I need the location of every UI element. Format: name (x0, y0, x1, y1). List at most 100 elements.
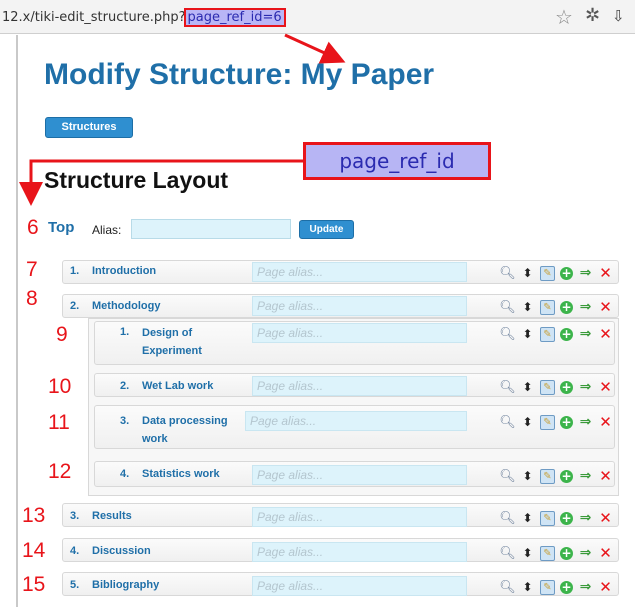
page-link-data-processing-work[interactable]: Data processing work (142, 412, 247, 448)
edit-icon[interactable]: ✎ (540, 468, 555, 484)
search-icon[interactable]: 🔍︎ (499, 580, 516, 595)
search-icon[interactable]: 🔍︎ (499, 327, 516, 342)
move-icon[interactable]: ⬍ (520, 380, 535, 395)
top-link[interactable]: Top (48, 219, 74, 236)
update-button[interactable]: Update (299, 220, 354, 239)
promote-arrow-icon[interactable]: ⇒ (578, 299, 593, 315)
page-left-border (16, 35, 18, 607)
page-link-design-of-experiment[interactable]: Design of Experiment (142, 324, 240, 360)
add-icon[interactable]: + (560, 415, 573, 429)
promote-arrow-icon[interactable]: ⇒ (578, 545, 593, 561)
move-icon[interactable]: ⬍ (520, 546, 535, 561)
page-alias-input[interactable]: Page alias... (252, 376, 467, 396)
root-alias-input[interactable] (131, 219, 291, 239)
page-alias-input[interactable]: Page alias... (252, 576, 467, 596)
promote-arrow-icon[interactable]: ⇒ (578, 414, 593, 430)
search-icon[interactable]: 🔍︎ (499, 546, 516, 561)
search-icon[interactable]: 🔍︎ (499, 415, 516, 430)
promote-arrow-icon[interactable]: ⇒ (578, 326, 593, 342)
add-icon[interactable]: + (560, 580, 573, 594)
page-alias-input[interactable]: Page alias... (252, 323, 467, 343)
add-icon[interactable]: + (560, 469, 573, 483)
edit-icon[interactable]: ✎ (540, 299, 555, 315)
delete-icon[interactable]: ✕ (598, 510, 613, 526)
edit-icon[interactable]: ✎ (540, 579, 555, 595)
bookmark-star-icon[interactable]: ☆ (555, 5, 573, 29)
promote-arrow-icon[interactable]: ⇒ (578, 579, 593, 595)
delete-icon[interactable]: ✕ (598, 265, 613, 281)
row-actions: 🔍︎ ⬍ ✎ + ⇒ ✕ (499, 544, 613, 562)
item-number: 4. (70, 545, 80, 557)
move-icon[interactable]: ⬍ (520, 469, 535, 484)
add-icon[interactable]: + (560, 380, 573, 394)
item-number: 1. (70, 265, 80, 277)
move-icon[interactable]: ⬍ (520, 300, 535, 315)
item-number: 5. (70, 579, 80, 591)
search-icon[interactable]: 🔍︎ (499, 300, 516, 315)
annotation-number: 15 (22, 573, 46, 596)
promote-arrow-icon[interactable]: ⇒ (578, 510, 593, 526)
url-param-highlight: page_ref_id=6 (183, 8, 286, 27)
delete-icon[interactable]: ✕ (598, 299, 613, 315)
structures-button[interactable]: Structures (45, 117, 133, 138)
url-text[interactable]: 12.x/tiki-edit_structure.php? page_ref_id… (2, 8, 286, 27)
search-icon[interactable]: 🔍︎ (499, 511, 516, 526)
move-icon[interactable]: ⬍ (520, 511, 535, 526)
delete-icon[interactable]: ✕ (598, 579, 613, 595)
search-icon[interactable]: 🔍︎ (499, 380, 516, 395)
page-link-bibliography[interactable]: Bibliography (92, 576, 159, 594)
search-icon[interactable]: 🔍︎ (499, 266, 516, 281)
item-number: 4. (120, 468, 130, 480)
page-alias-input[interactable]: Page alias... (252, 542, 467, 562)
row-actions: 🔍︎ ⬍ ✎ + ⇒ ✕ (499, 578, 613, 596)
annotation-number: 13 (22, 504, 46, 527)
edit-icon[interactable]: ✎ (540, 265, 555, 281)
edit-icon[interactable]: ✎ (540, 510, 555, 526)
page-alias-input[interactable]: Page alias... (252, 296, 467, 316)
move-icon[interactable]: ⬍ (520, 266, 535, 281)
move-icon[interactable]: ⬍ (520, 415, 535, 430)
row-actions: 🔍︎ ⬍ ✎ + ⇒ ✕ (499, 298, 613, 316)
add-icon[interactable]: + (560, 266, 573, 280)
item-number: 3. (120, 415, 130, 427)
page-link-wet-lab-work[interactable]: Wet Lab work (142, 377, 213, 395)
page-ref-id-callout: page_ref_id (303, 142, 491, 180)
page-link-introduction[interactable]: Introduction (92, 262, 156, 280)
delete-icon[interactable]: ✕ (598, 545, 613, 561)
page-alias-input[interactable]: Page alias... (252, 262, 467, 282)
annotation-number: 14 (22, 539, 46, 562)
edit-icon[interactable]: ✎ (540, 545, 555, 561)
promote-arrow-icon[interactable]: ⇒ (578, 468, 593, 484)
extension-icon[interactable]: ✲ (585, 5, 600, 26)
page-link-results[interactable]: Results (92, 507, 132, 525)
move-icon[interactable]: ⬍ (520, 327, 535, 342)
page-link-methodology[interactable]: Methodology (92, 297, 160, 315)
promote-arrow-icon[interactable]: ⇒ (578, 379, 593, 395)
alias-label: Alias: (92, 223, 122, 237)
delete-icon[interactable]: ✕ (598, 414, 613, 430)
add-icon[interactable]: + (560, 327, 573, 341)
delete-icon[interactable]: ✕ (598, 468, 613, 484)
add-icon[interactable]: + (560, 511, 573, 525)
extension-icon-2[interactable]: ⇩ (612, 7, 625, 25)
page-alias-input[interactable]: Page alias... (252, 465, 467, 485)
page-link-statistics-work[interactable]: Statistics work (142, 465, 220, 483)
page-link-discussion[interactable]: Discussion (92, 542, 151, 560)
add-icon[interactable]: + (560, 300, 573, 314)
page-alias-input[interactable]: Page alias... (252, 507, 467, 527)
promote-arrow-icon[interactable]: ⇒ (578, 265, 593, 281)
move-icon[interactable]: ⬍ (520, 580, 535, 595)
annotation-number: 8 (26, 287, 38, 310)
delete-icon[interactable]: ✕ (598, 326, 613, 342)
edit-icon[interactable]: ✎ (540, 326, 555, 342)
page-alias-input[interactable]: Page alias... (245, 411, 467, 431)
edit-icon[interactable]: ✎ (540, 414, 555, 430)
edit-icon[interactable]: ✎ (540, 379, 555, 395)
row-actions: 🔍︎ ⬍ ✎ + ⇒ ✕ (499, 509, 613, 527)
row-actions: 🔍︎ ⬍ ✎ + ⇒ ✕ (499, 413, 613, 431)
browser-url-bar[interactable]: 12.x/tiki-edit_structure.php? page_ref_id… (0, 0, 635, 34)
delete-icon[interactable]: ✕ (598, 379, 613, 395)
search-icon[interactable]: 🔍︎ (499, 469, 516, 484)
url-arrow (284, 33, 346, 64)
add-icon[interactable]: + (560, 546, 573, 560)
